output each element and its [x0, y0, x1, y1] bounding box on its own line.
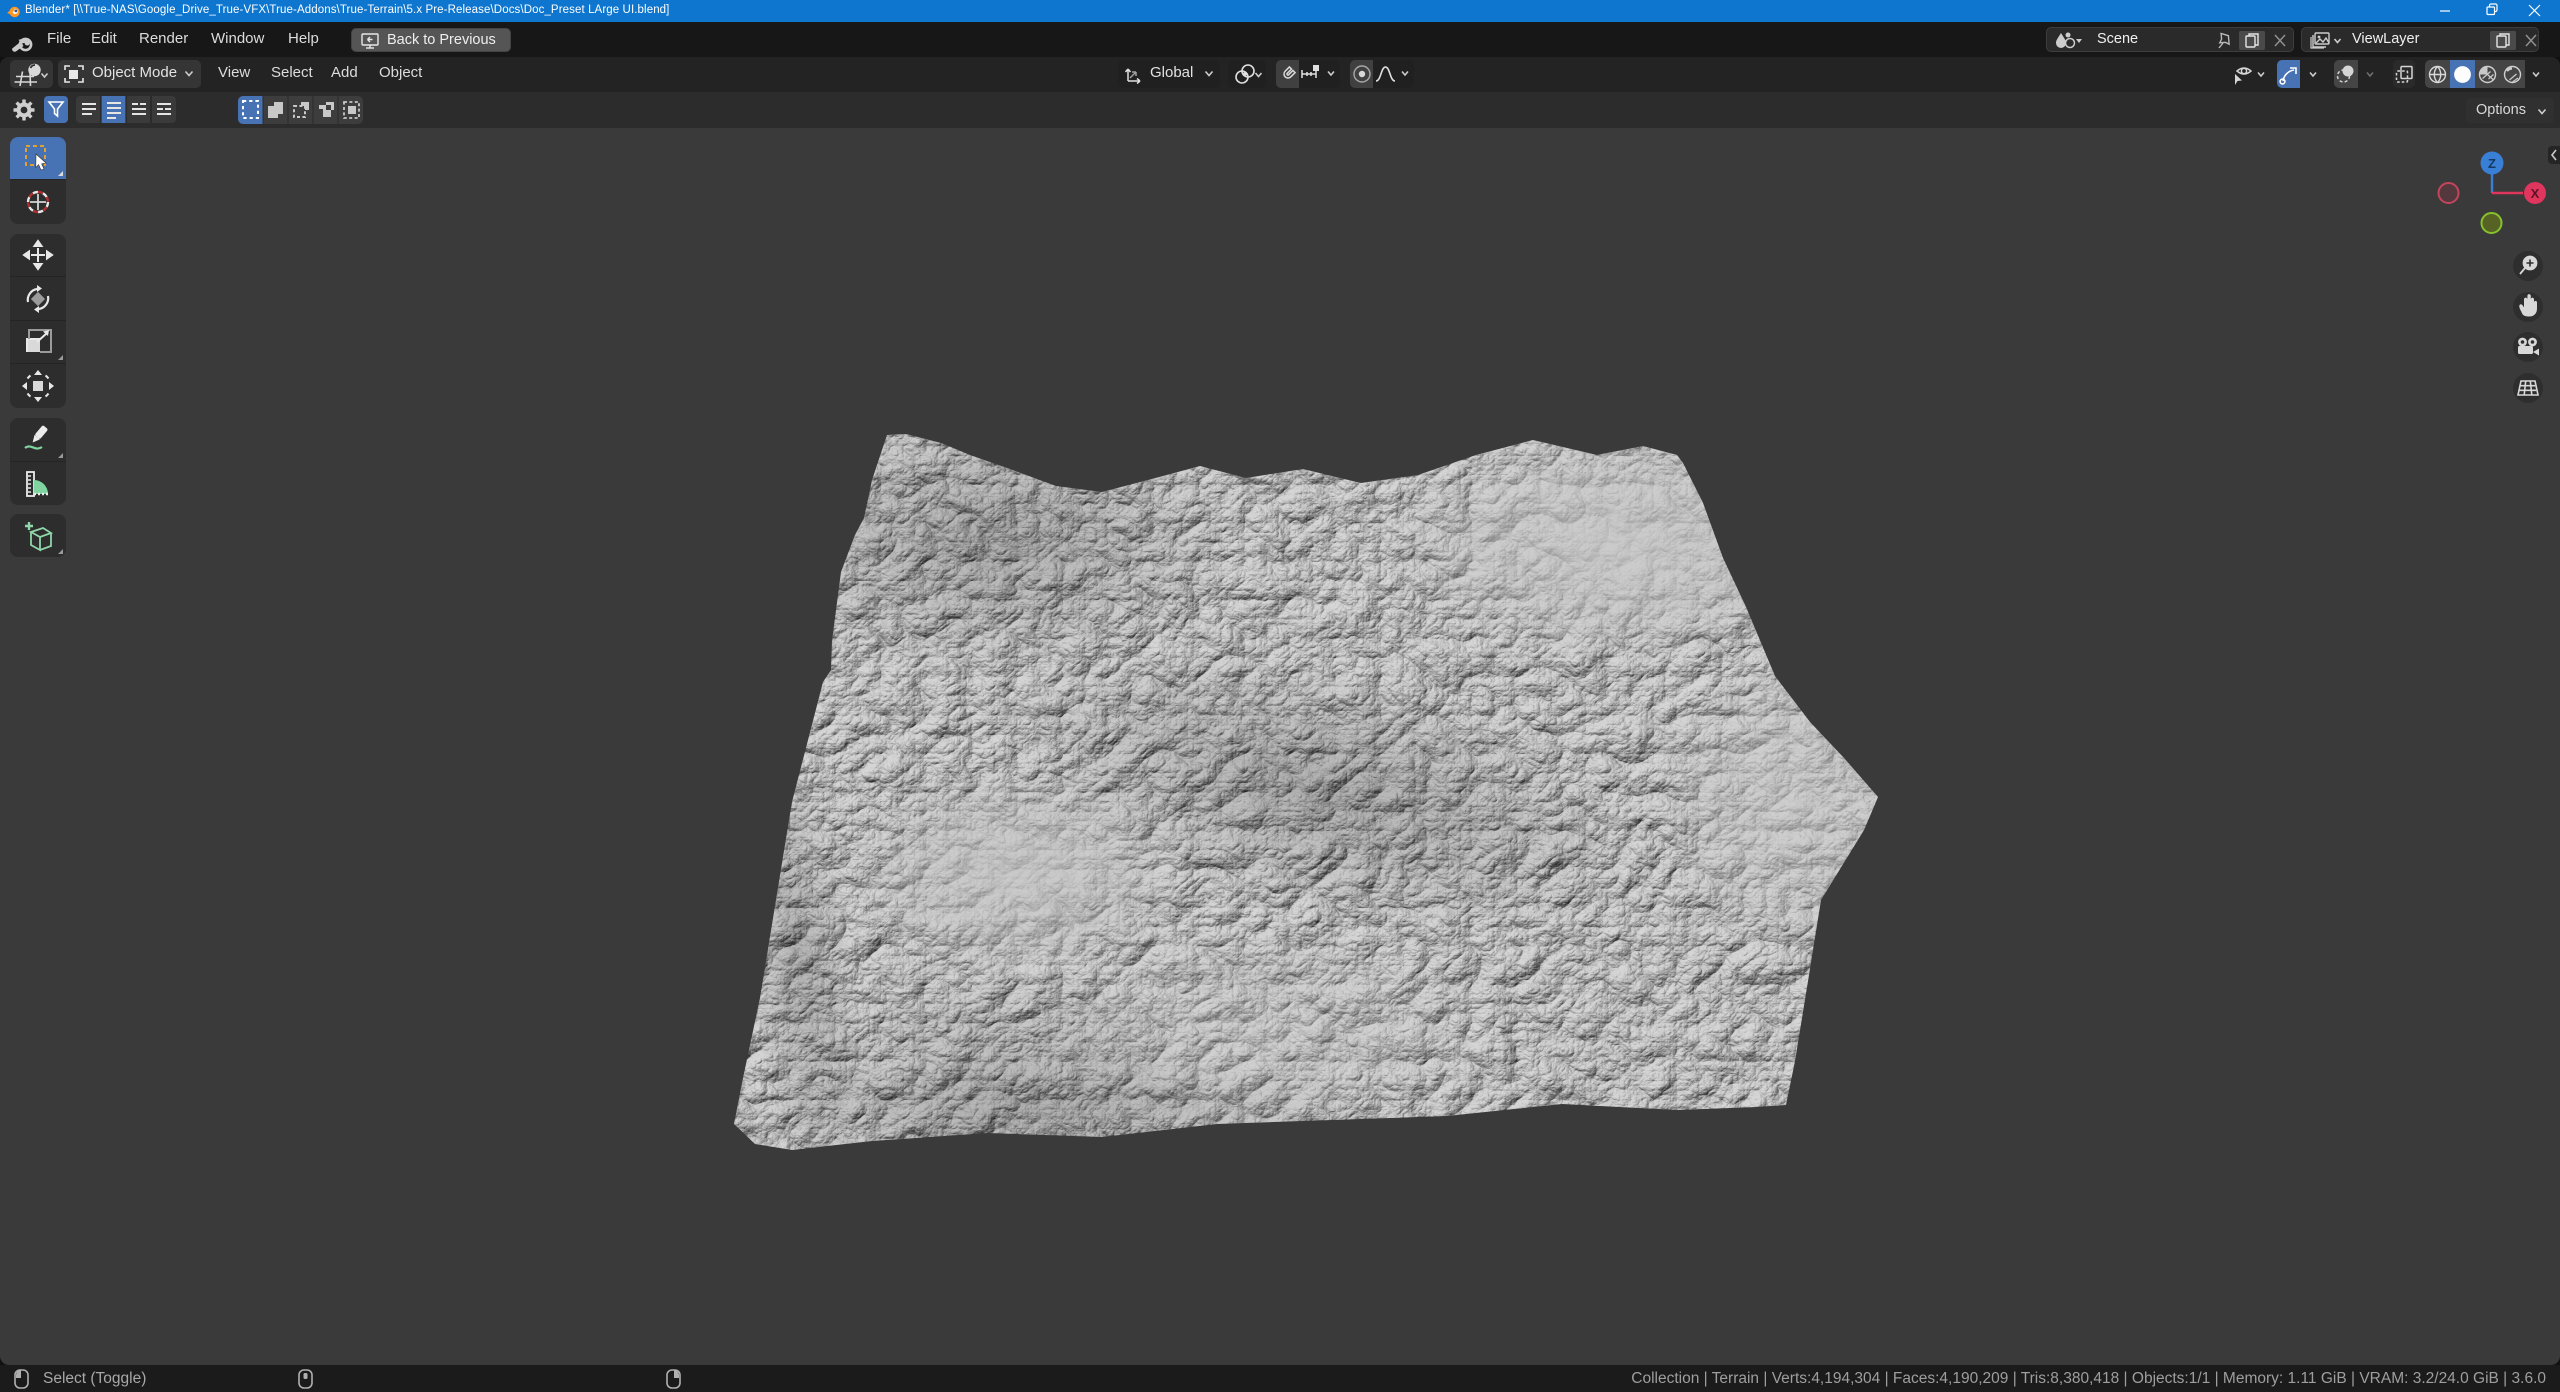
svg-text:Z: Z: [2488, 156, 2496, 171]
svg-text:X: X: [2531, 186, 2540, 201]
